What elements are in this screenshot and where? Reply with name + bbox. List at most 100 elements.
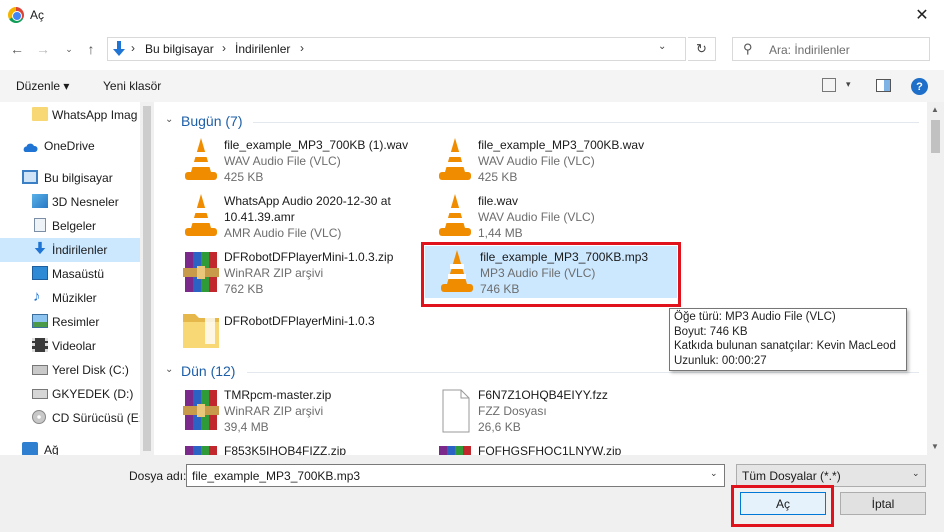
vlc-icon [439, 138, 471, 180]
close-icon: ✕ [915, 7, 929, 24]
downloads-icon [113, 41, 125, 56]
nav-item-drive-d[interactable]: GKYEDEK (D:) [0, 382, 140, 406]
change-view-icon[interactable] [822, 78, 836, 92]
back-button[interactable]: ← [6, 38, 28, 60]
filter-dropdown-icon[interactable]: ⌄ [912, 468, 920, 479]
nav-item-whatsapp-images[interactable]: WhatsApp Imag [0, 103, 140, 127]
filter-value: Tüm Dosyalar (*.*) [742, 469, 841, 483]
arrow-up-icon: ↑ [87, 41, 95, 57]
view-dropdown-icon[interactable]: ▾ [846, 79, 851, 90]
arrow-left-icon: ← [10, 41, 24, 57]
refresh-button[interactable]: ↻ [688, 37, 716, 61]
file-type-filter[interactable]: Tüm Dosyalar (*.*) [736, 464, 926, 487]
blank-file-icon [442, 389, 470, 433]
3d-objects-icon [32, 194, 48, 208]
search-icon: ⚲ [743, 41, 753, 56]
vlc-icon [185, 138, 217, 180]
file-item[interactable]: file_example_MP3_700KB.wav WAV Audio Fil… [423, 134, 671, 186]
filename-input[interactable]: file_example_MP3_700KB.mp3 [186, 464, 725, 487]
nav-scrollbar[interactable] [140, 102, 154, 455]
up-button[interactable]: ↑ [80, 38, 102, 60]
nav-item-this-pc[interactable]: Bu bilgisayar [0, 166, 140, 190]
winrar-icon [183, 390, 219, 430]
group-header-yesterday[interactable]: Dün (12) [181, 363, 235, 379]
pictures-icon [32, 314, 48, 328]
nav-item-network[interactable]: Ağ [0, 438, 140, 455]
navigation-pane: WhatsApp Imag OneDrive Bu bilgisayar 3D … [0, 102, 154, 455]
group-header-today[interactable]: Bugün (7) [181, 113, 242, 129]
nav-item-cd-drive-e[interactable]: CD Sürücüsü (E:) [0, 406, 146, 430]
nav-item-local-disk-c[interactable]: Yerel Disk (C:) [0, 358, 140, 382]
help-icon[interactable]: ? [911, 78, 928, 95]
address-bar[interactable]: › Bu bilgisayar › İndirilenler › ⌄ [107, 37, 686, 61]
file-item[interactable]: file.wav WAV Audio File (VLC) 1,44 MB [423, 190, 671, 242]
new-folder-button[interactable]: Yeni klasör [103, 79, 161, 93]
music-icon: ♪ [33, 288, 41, 305]
vlc-icon [185, 194, 217, 236]
folder-icon [32, 107, 48, 121]
refresh-icon: ↻ [696, 41, 707, 56]
breadcrumb-this-pc[interactable]: Bu bilgisayar [145, 42, 214, 56]
cd-drive-icon [32, 410, 46, 424]
title-bar: Aç ✕ [0, 0, 944, 30]
tooltip-item-type: Öğe türü: MP3 Audio File (VLC) [674, 311, 836, 323]
nav-item-desktop[interactable]: Masaüstü [0, 262, 140, 286]
file-item[interactable]: TMRpcm-master.zip WinRAR ZIP arşivi 39,4… [169, 384, 417, 436]
nav-item-3d-objects[interactable]: 3D Nesneler [0, 190, 140, 214]
forward-button[interactable]: → [32, 38, 54, 60]
file-list-scrollbar-thumb[interactable] [931, 120, 940, 153]
address-dropdown-icon[interactable]: ⌄ [658, 41, 666, 52]
file-item[interactable]: file_example_MP3_700KB (1).wav WAV Audio… [169, 134, 417, 186]
breadcrumb-downloads[interactable]: İndirilenler [235, 42, 290, 56]
desktop-icon [32, 266, 48, 280]
search-input[interactable]: ⚲ Ara: İndirilenler [732, 37, 930, 61]
nav-item-pictures[interactable]: Resimler [0, 310, 140, 334]
filename-value: file_example_MP3_700KB.mp3 [192, 469, 361, 483]
folder-icon [183, 314, 219, 348]
file-item[interactable]: F6N7Z1OHQB4EIYY.fzz FZZ Dosyası 26,6 KB [423, 384, 671, 436]
nav-item-documents[interactable]: Belgeler [0, 214, 140, 238]
cloud-icon [23, 143, 38, 152]
nav-scrollbar-thumb[interactable] [143, 106, 151, 451]
group-collapse-icon[interactable]: ⌄ [165, 114, 173, 125]
recent-locations-button[interactable]: ⌄ [58, 38, 80, 60]
close-button[interactable]: ✕ [900, 0, 944, 30]
filename-dropdown-icon[interactable]: ⌄ [710, 468, 718, 479]
file-list-scrollbar[interactable]: ▲ ▼ [927, 102, 944, 455]
nav-item-downloads[interactable]: İndirilenler [0, 238, 140, 262]
vlc-icon [439, 194, 471, 236]
group-collapse-icon[interactable]: ⌄ [165, 364, 173, 375]
winrar-icon [185, 446, 217, 455]
file-item[interactable]: WhatsApp Audio 2020-12-30 at 10.41.39.am… [169, 190, 417, 242]
documents-icon [34, 218, 46, 232]
downloads-icon [34, 241, 46, 255]
filename-label: Dosya adı: [129, 469, 187, 483]
window-title: Aç [30, 8, 45, 22]
cancel-button[interactable]: İptal [840, 492, 926, 515]
file-info-tooltip: Öğe türü: MP3 Audio File (VLC) Boyut: 74… [669, 308, 907, 371]
tooltip-artists: Katkıda bulunan sanatçılar: Kevin MacLeo… [674, 340, 896, 352]
network-icon [22, 442, 38, 455]
preview-pane-icon[interactable] [876, 79, 891, 92]
file-item[interactable]: F853K5IHOB4FIZZ.zip [169, 440, 417, 455]
chevron-down-icon: ⌄ [65, 43, 73, 54]
group-divider [247, 372, 919, 373]
chrome-icon [8, 7, 24, 23]
winrar-icon [183, 252, 219, 292]
open-button-highlight [731, 485, 834, 527]
file-item[interactable]: DFRobotDFPlayerMini-1.0.3.zip WinRAR ZIP… [169, 246, 417, 298]
group-divider [253, 122, 919, 123]
scroll-down-icon[interactable]: ▼ [931, 442, 939, 451]
nav-item-onedrive[interactable]: OneDrive [0, 134, 140, 158]
file-item[interactable]: DFRobotDFPlayerMini-1.0.3 [169, 302, 417, 354]
winrar-icon [439, 446, 471, 455]
breadcrumb-separator: › [222, 41, 226, 55]
nav-item-music[interactable]: ♪ Müzikler [0, 286, 140, 310]
scroll-up-icon[interactable]: ▲ [931, 105, 939, 114]
computer-icon [22, 170, 38, 184]
file-item[interactable]: FOFHGSFHOC1LNYW.zip [423, 440, 671, 455]
organize-button[interactable]: Düzenle ▾ [16, 79, 69, 93]
arrow-right-icon: → [36, 41, 50, 57]
nav-item-videos[interactable]: Videolar [0, 334, 140, 358]
tooltip-size: Boyut: 746 KB [674, 325, 748, 338]
